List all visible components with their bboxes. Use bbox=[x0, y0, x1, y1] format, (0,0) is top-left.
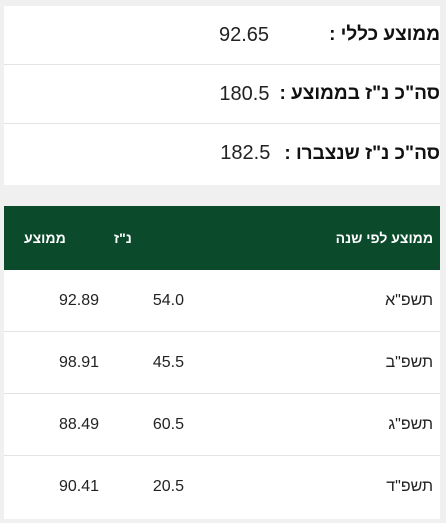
credits-earned-label: סה"כ נ"ז שנצברו : bbox=[284, 142, 440, 164]
credits-earned-value: 182.5 bbox=[220, 142, 271, 164]
row-average: 98.91 bbox=[58, 353, 99, 371]
header-average: ממוצע bbox=[24, 230, 66, 246]
table-row: תשפ"ב 45.5 98.91 bbox=[4, 332, 440, 394]
row-credits: 54.0 bbox=[152, 291, 184, 309]
row-credits: 20.5 bbox=[152, 478, 184, 495]
row-year: תשפ"ד bbox=[386, 478, 433, 495]
row-average: 90.41 bbox=[58, 478, 99, 495]
table-row: תשפ"ד 20.5 90.41 bbox=[4, 456, 440, 518]
grade-summary-card: ממוצע כללי : 92.65 סה"כ נ"ז בממוצע : 180… bbox=[4, 6, 440, 185]
row-average: 92.89 bbox=[58, 291, 99, 309]
yearly-average-table: ממוצע לפי שנה נ"ז ממוצע תשפ"א 54.0 92.89… bbox=[4, 206, 440, 519]
table-row: תשפ"א 54.0 92.89 bbox=[4, 270, 440, 332]
credits-earned-row: סה"כ נ"ז שנצברו : 182.5 bbox=[4, 124, 440, 183]
header-credits: נ"ז bbox=[114, 230, 132, 246]
overall-average-label: ממוצע כללי : bbox=[329, 24, 440, 45]
row-credits: 60.5 bbox=[152, 415, 184, 433]
table-header: ממוצע לפי שנה נ"ז ממוצע bbox=[4, 206, 440, 270]
credits-in-average-value: 180.5 bbox=[219, 82, 270, 105]
credits-in-average-label: סה"כ נ"ז בממוצע : bbox=[279, 83, 440, 104]
overall-average-row: ממוצע כללי : 92.65 bbox=[4, 6, 440, 65]
row-average: 88.49 bbox=[58, 415, 99, 433]
table-row: תשפ"ג 60.5 88.49 bbox=[4, 394, 440, 456]
header-year: ממוצע לפי שנה bbox=[335, 230, 433, 246]
row-credits: 45.5 bbox=[152, 353, 184, 371]
row-year: תשפ"א bbox=[385, 291, 433, 309]
row-year: תשפ"ב bbox=[385, 353, 433, 371]
credits-in-average-row: סה"כ נ"ז בממוצע : 180.5 bbox=[4, 65, 440, 124]
row-year: תשפ"ג bbox=[388, 415, 433, 433]
overall-average-value: 92.65 bbox=[219, 23, 270, 46]
